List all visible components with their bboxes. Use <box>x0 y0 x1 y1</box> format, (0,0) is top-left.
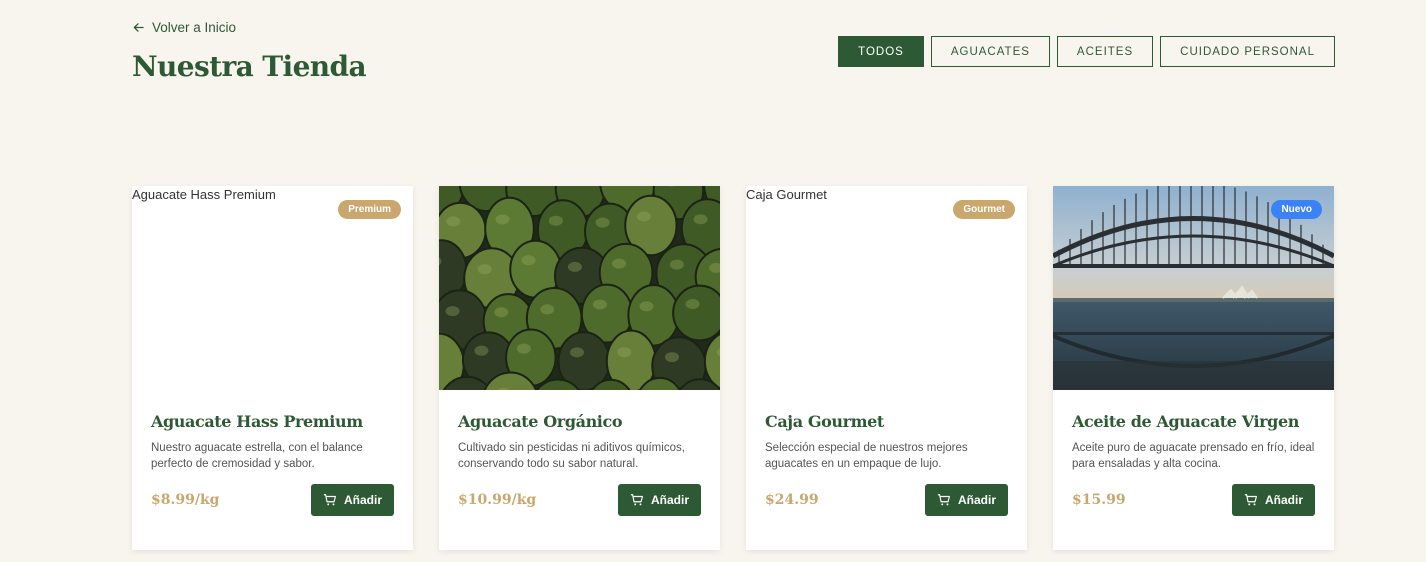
add-to-cart-button[interactable]: Añadir <box>924 484 1008 516</box>
product-card: Aguacate Orgánico Cultivado sin pesticid… <box>439 186 720 550</box>
cart-icon <box>937 494 950 506</box>
filter-aguacates[interactable]: AGUACATES <box>930 36 1050 67</box>
product-description: Aceite puro de aguacate prensado en frío… <box>1072 442 1315 470</box>
filter-aceites[interactable]: ACEITES <box>1056 36 1154 67</box>
add-to-cart-button[interactable]: Añadir <box>310 484 394 516</box>
product-image: Caja Gourmet Gourmet <box>746 186 1027 390</box>
product-card-body: Aguacate Hass Premium Nuestro aguacate e… <box>132 390 413 550</box>
add-to-cart-button[interactable]: Añadir <box>617 484 701 516</box>
product-name: Aguacate Orgánico <box>458 412 623 431</box>
product-name: Aceite de Aguacate Virgen <box>1072 412 1299 431</box>
add-to-cart-label: Añadir <box>343 493 382 507</box>
product-footer: $15.99 Añadir <box>1072 484 1315 516</box>
cart-icon <box>323 494 336 506</box>
product-price: $15.99 <box>1072 492 1126 508</box>
product-description: Cultivado sin pesticidas ni aditivos quí… <box>458 442 685 470</box>
product-card: Nuevo Aceite de Aguacate Virgen Aceite p… <box>1053 186 1334 550</box>
filter-todos[interactable]: TODOS <box>838 36 924 67</box>
broken-image-alt-text: Aguacate Hass Premium <box>132 187 276 202</box>
filter-cuidado-personal[interactable]: CUIDADO PERSONAL <box>1160 36 1335 67</box>
product-price: $24.99 <box>765 492 819 508</box>
product-image: Nuevo <box>1053 186 1334 390</box>
back-link-label: Volver a Inicio <box>152 20 237 35</box>
product-footer: $10.99/kg Añadir <box>458 484 701 516</box>
product-badge: Gourmet <box>953 200 1015 219</box>
product-name: Caja Gourmet <box>765 412 884 431</box>
broken-image-alt-text: Caja Gourmet <box>746 187 827 202</box>
add-to-cart-label: Añadir <box>650 493 689 507</box>
arrow-left-icon <box>133 23 144 32</box>
back-to-home-link[interactable]: Volver a Inicio <box>133 20 236 35</box>
product-footer: $24.99 Añadir <box>765 484 1008 516</box>
product-description: Nuestro aguacate estrella, con el balanc… <box>151 442 363 470</box>
shop-page: Volver a Inicio Nuestra Tienda TODOS AGU… <box>0 0 1426 562</box>
product-badge: Premium <box>338 200 401 219</box>
category-filters: TODOS AGUACATES ACEITES CUIDADO PERSONAL <box>838 36 1335 67</box>
product-card-body: Aceite de Aguacate Virgen Aceite puro de… <box>1053 390 1334 550</box>
product-card: Aguacate Hass Premium Premium Aguacate H… <box>132 186 413 550</box>
add-to-cart-label: Añadir <box>957 493 996 507</box>
add-to-cart-button[interactable]: Añadir <box>1231 484 1315 516</box>
product-card-body: Aguacate Orgánico Cultivado sin pesticid… <box>439 390 720 550</box>
product-card-body: Caja Gourmet Selección especial de nuest… <box>746 390 1027 550</box>
product-footer: $8.99/kg Añadir <box>151 484 394 516</box>
cart-icon <box>1244 494 1257 506</box>
product-name: Aguacate Hass Premium <box>151 412 363 431</box>
add-to-cart-label: Añadir <box>1264 493 1303 507</box>
product-image <box>439 186 720 390</box>
product-card: Caja Gourmet Gourmet Caja Gourmet Selecc… <box>746 186 1027 550</box>
product-image: Aguacate Hass Premium Premium <box>132 186 413 390</box>
avocados-photo <box>439 186 720 390</box>
product-grid: Aguacate Hass Premium Premium Aguacate H… <box>132 186 1334 550</box>
product-badge: Nuevo <box>1271 200 1322 219</box>
product-price: $8.99/kg <box>151 492 220 508</box>
page-title: Nuestra Tienda <box>132 50 367 83</box>
product-description: Selección especial de nuestros mejores a… <box>765 442 968 470</box>
product-price: $10.99/kg <box>458 492 537 508</box>
cart-icon <box>630 494 643 506</box>
